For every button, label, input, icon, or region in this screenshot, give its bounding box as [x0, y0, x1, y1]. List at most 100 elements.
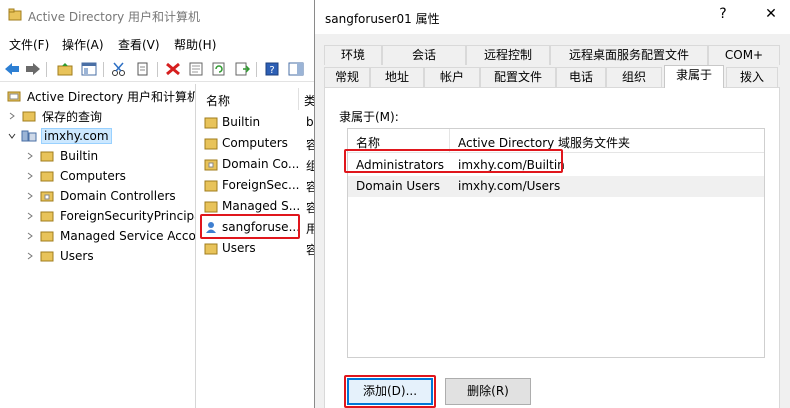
tree-item-managed-service-accounts[interactable]: Managed Service Accounts — [24, 226, 196, 246]
tab-member-of[interactable]: 隶属于 — [664, 65, 724, 88]
list-header: 名称 类 — [198, 88, 316, 110]
folder-icon — [39, 249, 55, 263]
list-item-name: Computers — [222, 136, 288, 150]
toolbar: ? — [0, 56, 316, 82]
details-list: 名称 类 Builtin b Computers 容 Domain Co... … — [198, 84, 316, 408]
tree-root[interactable]: Active Directory 用户和计算机 — [6, 86, 196, 106]
tab-general[interactable]: 常规 — [324, 67, 370, 87]
tree-item-label: Domain Controllers — [60, 189, 176, 203]
list-item-name: Users — [222, 241, 256, 255]
menu-view[interactable]: 查看(V) — [118, 36, 160, 53]
tab-com-plus[interactable]: COM+ — [708, 45, 780, 65]
tree-item-foreign-security-principals[interactable]: ForeignSecurityPrincipals — [24, 206, 196, 226]
tree-item-builtin[interactable]: Builtin — [24, 146, 98, 166]
list-item-name: Domain Co... — [222, 157, 300, 171]
menu-action[interactable]: 操作(A) — [62, 36, 104, 53]
chevron-right-icon[interactable] — [24, 150, 36, 162]
refresh-icon[interactable] — [210, 60, 228, 78]
export-list-icon[interactable] — [233, 60, 251, 78]
tab-account[interactable]: 帐户 — [424, 67, 480, 87]
svg-text:?: ? — [269, 65, 274, 76]
folder-icon — [39, 209, 55, 223]
back-arrow-icon[interactable] — [3, 60, 21, 78]
help-book-icon[interactable]: ? — [263, 60, 281, 78]
list-item[interactable]: ForeignSec... 容 — [198, 175, 316, 196]
folder-icon — [204, 201, 218, 213]
aduc-window: Active Directory 用户和计算机 文件(F) 操作(A) 查看(V… — [0, 0, 316, 408]
cut-icon[interactable] — [110, 60, 128, 78]
group-name: Domain Users — [356, 179, 440, 193]
tab-profile[interactable]: 配置文件 — [480, 67, 556, 87]
menu-help[interactable]: 帮助(H) — [174, 36, 216, 53]
list-item[interactable]: Builtin b — [198, 112, 316, 133]
tree-item-label: Managed Service Accounts — [60, 229, 196, 243]
tree-item-label: Computers — [60, 169, 126, 183]
user-properties-dialog: sangforuser01 属性 ? ✕ 环境 会话 远程控制 远程桌面服务配置… — [314, 0, 790, 408]
chevron-right-icon[interactable] — [24, 230, 36, 242]
tab-dial-in[interactable]: 拨入 — [726, 67, 778, 87]
tab-address[interactable]: 地址 — [370, 67, 424, 87]
column-header-name[interactable]: 名称 — [206, 92, 230, 109]
list-item[interactable]: Domain Co... 组 — [198, 154, 316, 175]
chevron-right-icon[interactable] — [24, 210, 36, 222]
domain-icon — [21, 129, 37, 143]
show-action-pane-icon[interactable] — [287, 60, 305, 78]
menu-bar: 文件(F) 操作(A) 查看(V) 帮助(H) — [0, 34, 316, 54]
help-button[interactable]: ? — [713, 6, 733, 28]
tab-rds-profile[interactable]: 远程桌面服务配置文件 — [550, 45, 708, 65]
highlight-administrators-row — [344, 149, 563, 173]
tree-item-computers[interactable]: Computers — [24, 166, 126, 186]
group-folder: imxhy.com/Users — [458, 179, 561, 193]
highlight-add-button — [344, 375, 436, 408]
tree-item-label: ForeignSecurityPrincipals — [60, 209, 196, 223]
console-tree: Active Directory 用户和计算机 保存的查询 imxhy.com … — [0, 84, 196, 408]
tab-sessions[interactable]: 会话 — [382, 45, 466, 65]
folder-icon — [204, 180, 218, 192]
remove-button[interactable]: 删除(R) — [445, 378, 531, 405]
tree-item-label: Builtin — [60, 149, 99, 163]
folder-icon — [204, 243, 218, 255]
delete-icon[interactable] — [164, 60, 182, 78]
menu-file[interactable]: 文件(F) — [9, 36, 49, 53]
chevron-right-icon[interactable] — [24, 170, 36, 182]
copy-icon[interactable] — [134, 60, 152, 78]
dialog-title-bar: sangforuser01 属性 ? ✕ — [315, 0, 790, 34]
folder-icon — [39, 169, 55, 183]
list-item-name: Builtin — [222, 115, 261, 129]
tree-item-users[interactable]: Users — [24, 246, 94, 266]
highlight-selected-user — [200, 214, 300, 239]
forward-arrow-icon[interactable] — [24, 60, 42, 78]
tree-item-label: imxhy.com — [41, 128, 112, 144]
list-item[interactable]: Computers 容 — [198, 133, 316, 154]
tab-remote-control[interactable]: 远程控制 — [466, 45, 550, 65]
tree-item-label: 保存的查询 — [42, 109, 103, 124]
tree-root-label: Active Directory 用户和计算机 — [27, 89, 196, 104]
main-title: Active Directory 用户和计算机 — [28, 10, 201, 24]
up-folder-icon[interactable] — [56, 60, 74, 78]
table-row[interactable]: Domain Users imxhy.com/Users — [348, 176, 764, 197]
chevron-right-icon[interactable] — [24, 190, 36, 202]
list-item-type: b — [306, 115, 314, 129]
chevron-right-icon[interactable] — [24, 250, 36, 262]
tree-item-domain-controllers[interactable]: Domain Controllers — [24, 186, 176, 206]
tree-item-domain[interactable]: imxhy.com — [6, 126, 112, 146]
tab-organization[interactable]: 组织 — [606, 67, 662, 87]
folder-icon — [21, 109, 37, 123]
close-button[interactable]: ✕ — [761, 6, 781, 28]
tree-item-saved-queries[interactable]: 保存的查询 — [6, 106, 102, 126]
folder-icon — [204, 117, 218, 129]
tree-item-label: Users — [60, 249, 94, 263]
folder-icon — [204, 138, 218, 150]
properties-icon[interactable] — [187, 60, 205, 78]
folder-icon — [39, 229, 55, 243]
tab-telephones[interactable]: 电话 — [556, 67, 606, 87]
tab-environment[interactable]: 环境 — [324, 45, 382, 65]
list-item[interactable]: Users 容 — [198, 238, 316, 259]
chevron-down-icon[interactable] — [6, 130, 18, 142]
chevron-right-icon[interactable] — [6, 110, 18, 122]
ou-folder-icon — [204, 159, 218, 171]
dialog-title: sangforuser01 属性 — [325, 12, 440, 26]
main-title-bar: Active Directory 用户和计算机 — [0, 0, 316, 32]
console-tree-icon[interactable] — [80, 60, 98, 78]
ad-folder-icon — [6, 89, 22, 103]
